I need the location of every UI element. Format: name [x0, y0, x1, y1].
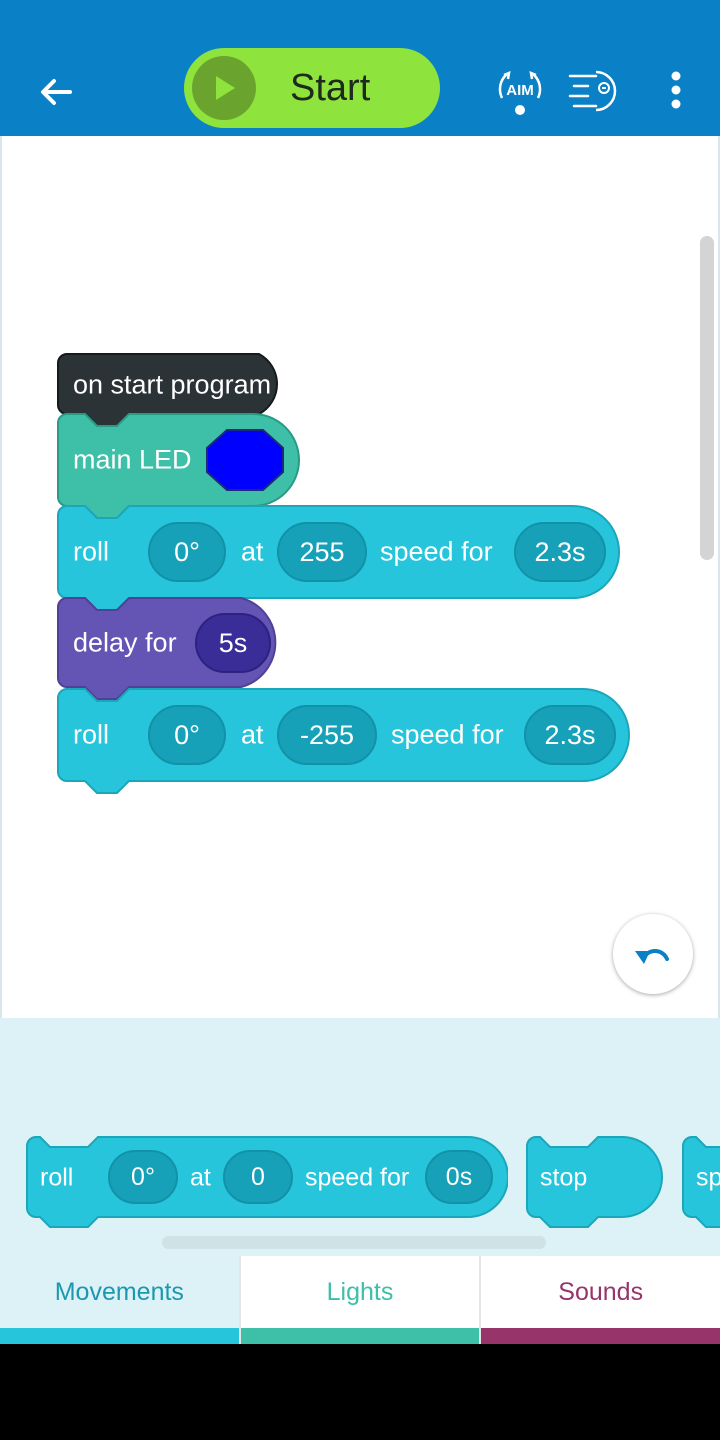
system-navigation-bar [0, 1344, 720, 1440]
delay-duration-input[interactable]: 5s [195, 613, 271, 673]
back-button[interactable] [30, 66, 82, 118]
roll1-heading-input[interactable]: 0° [148, 522, 226, 582]
drive-button[interactable] [566, 64, 618, 116]
roll-block-2[interactable]: roll 0° at -255 speed for 2.3s [57, 688, 633, 796]
block-palette[interactable]: roll 0° at 0 speed for 0s stop sp [0, 1018, 720, 1256]
play-icon [192, 56, 256, 120]
palette-roll-heading[interactable]: 0° [108, 1150, 178, 1204]
drive-icon [568, 70, 617, 112]
tab-sounds-color-bar [481, 1328, 720, 1344]
category-tabs: Movements Lights Sounds [0, 1256, 720, 1344]
roll1-duration-input[interactable]: 2.3s [514, 522, 606, 582]
more-options-button[interactable] [662, 64, 690, 116]
palette-roll-duration[interactable]: 0s [425, 1150, 493, 1204]
tab-lights[interactable]: Lights [240, 1256, 482, 1344]
roll2-speed-input[interactable]: -255 [277, 705, 377, 765]
led-color-swatch[interactable] [205, 428, 285, 492]
top-app-bar: Start AIM [0, 0, 720, 136]
more-vert-icon [671, 71, 681, 109]
svg-text:AIM: AIM [506, 82, 534, 99]
roll1-speed-input[interactable]: 255 [277, 522, 367, 582]
palette-partial-block[interactable]: sp [682, 1136, 720, 1232]
undo-button[interactable] [613, 914, 693, 994]
canvas-scrollbar[interactable] [700, 236, 714, 560]
aim-icon: AIM [498, 71, 542, 115]
start-button[interactable]: Start [184, 48, 440, 128]
aim-button[interactable]: AIM [494, 64, 546, 116]
tab-movements[interactable]: Movements [0, 1256, 241, 1344]
roll2-heading-input[interactable]: 0° [148, 705, 226, 765]
palette-roll-block[interactable]: roll 0° at 0 speed for 0s [26, 1136, 508, 1232]
undo-icon [635, 949, 669, 964]
tab-lights-color-bar [240, 1328, 480, 1344]
palette-stop-block[interactable]: stop [526, 1136, 666, 1232]
tab-movements-color-bar [0, 1328, 239, 1344]
palette-roll-speed[interactable]: 0 [223, 1150, 293, 1204]
roll2-duration-input[interactable]: 2.3s [524, 705, 616, 765]
back-arrow-icon [41, 79, 72, 105]
palette-scrollbar[interactable] [162, 1236, 546, 1249]
start-label: Start [290, 66, 371, 109]
tab-sounds[interactable]: Sounds [481, 1256, 720, 1344]
